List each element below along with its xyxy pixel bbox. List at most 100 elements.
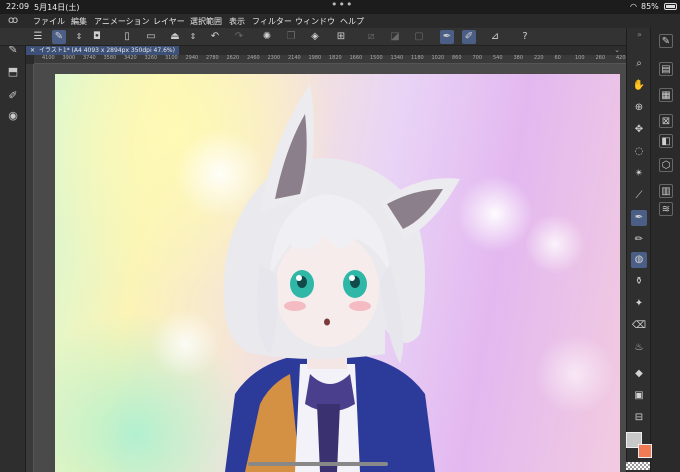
document-tabbar: ✕ イラスト1* (A4 4093 x 2894px 350dpi 47.6%)…	[26, 46, 626, 55]
artwork-canvas[interactable]	[55, 74, 620, 472]
chevron-updown-icon[interactable]: ⇕	[72, 30, 86, 44]
new-file-icon[interactable]: ▯	[120, 30, 134, 44]
layer-property-icon[interactable]: ▦	[659, 88, 673, 102]
canvas-area[interactable]	[34, 64, 626, 472]
material-icon[interactable]: ⊠	[659, 114, 673, 128]
ruler-tick-label: 3260	[144, 55, 158, 61]
zoom-icon[interactable]: ⌕	[631, 56, 647, 72]
ruler-tick-label: 1340	[390, 55, 404, 61]
home-indicator[interactable]	[248, 462, 388, 466]
status-time: 22:09	[6, 2, 30, 11]
transparent-color-swatch[interactable]	[626, 462, 650, 470]
brush-panel-icon[interactable]: ✎	[659, 34, 673, 48]
navigator-icon[interactable]: ▤	[659, 62, 673, 76]
save-icon[interactable]: ⏏	[168, 30, 182, 44]
chevron-down-icon[interactable]: ⌄	[614, 46, 620, 54]
menu-filter[interactable]: フィルター	[252, 16, 292, 27]
fill-bucket-icon[interactable]: ◆	[631, 366, 647, 382]
menu-hamburger-icon[interactable]: ☰	[31, 30, 45, 44]
loading-icon[interactable]: ✺	[260, 30, 274, 44]
ruler-tick-label: 3740	[83, 55, 96, 61]
copy-icon[interactable]: ❐	[284, 30, 298, 44]
ruler-tick-label: 3100	[165, 55, 178, 61]
ruler-tick-label: 1180	[411, 55, 424, 61]
menu-edit[interactable]: 編集	[71, 16, 87, 27]
ruler-tick-label: 420	[616, 55, 626, 61]
ruler-tick-label: 1820	[329, 55, 342, 61]
magic-wand-icon[interactable]: ✴	[631, 166, 647, 182]
document-tab-title: イラスト1* (A4 4093 x 2894px 350dpi 47.6%)	[38, 47, 175, 54]
battery-percent: 85%	[641, 2, 659, 11]
document-tab[interactable]: ✕ イラスト1* (A4 4093 x 2894px 350dpi 47.6%)	[26, 46, 179, 55]
help-icon[interactable]: ?	[518, 30, 532, 44]
eraser-icon[interactable]: ⌫	[631, 318, 647, 334]
history-icon[interactable]: ▥	[659, 184, 673, 198]
redo-icon[interactable]: ↷	[232, 30, 246, 44]
pen-tool-icon[interactable]: ✒	[440, 30, 454, 44]
crop-icon[interactable]: ▢	[412, 30, 426, 44]
brush-size-icon[interactable]: ◉	[5, 108, 21, 124]
ruler-tick-label: 3420	[124, 55, 137, 61]
ruler-tick-label: 100	[575, 55, 585, 61]
hand-icon[interactable]: ✋	[631, 78, 647, 94]
ruler-tick-label: 260	[595, 55, 606, 61]
tool-property-icon[interactable]: ✐	[5, 88, 21, 104]
ruler-tool-icon[interactable]: ⊿	[488, 30, 502, 44]
move-icon[interactable]: ✥	[631, 122, 647, 138]
decoration-icon[interactable]: ✦	[631, 296, 647, 312]
camera-icon[interactable]: ◘	[90, 30, 104, 44]
brush-icon[interactable]: ◍	[631, 252, 647, 268]
airbrush-icon[interactable]: ⚱	[631, 274, 647, 290]
menu-help[interactable]: ヘルプ	[340, 16, 364, 27]
blend-icon[interactable]: ♨	[631, 340, 647, 356]
ruler-tick-label: 220	[534, 55, 544, 61]
save-options-icon[interactable]: ⇕	[186, 30, 200, 44]
brush-tool-icon[interactable]: ✐	[462, 30, 476, 44]
ruler-tick-label: 3900	[62, 55, 76, 61]
pen-icon[interactable]: ✒	[631, 210, 647, 226]
collapse-right-icon[interactable]: »	[637, 30, 642, 39]
eyedropper-icon[interactable]: ⟋	[631, 188, 647, 204]
open-folder-icon[interactable]: ▭	[144, 30, 158, 44]
ruler-tick-label: 1500	[370, 55, 383, 61]
ruler-tick-label: 3580	[103, 55, 117, 61]
ruler-tick-label: 1660	[349, 55, 363, 61]
ruler-tick-label: 4100	[42, 55, 55, 61]
menu-window[interactable]: ウィンドウ	[295, 16, 335, 27]
menu-selection[interactable]: 選択範囲	[190, 16, 222, 27]
ruler-tick-label: 2460	[247, 55, 260, 61]
undo-icon[interactable]: ↶	[208, 30, 222, 44]
operation-icon[interactable]: ⊕	[631, 100, 647, 116]
ruler-tick-label: 2300	[267, 55, 281, 61]
lasso-icon[interactable]: ◌	[631, 144, 647, 160]
ruler-tick-label: 2940	[185, 55, 199, 61]
layer-icon[interactable]: ⬡	[659, 158, 673, 172]
ruler-tick-label: 540	[493, 55, 503, 61]
layers-stack-icon[interactable]: ≋	[659, 202, 673, 216]
pen-settings-icon[interactable]: ✎	[52, 30, 66, 44]
menu-layer[interactable]: レイヤー	[153, 16, 185, 27]
sub-color-swatch[interactable]	[638, 444, 652, 458]
invert-selection-icon[interactable]: ◪	[388, 30, 402, 44]
menu-animation[interactable]: アニメーション	[94, 16, 150, 27]
transform-icon[interactable]: ⊞	[334, 30, 348, 44]
gradient-icon[interactable]: ▣	[631, 388, 647, 404]
ruler-tick-label: 2140	[288, 55, 301, 61]
pencil-icon[interactable]: ✏	[631, 232, 647, 248]
horizontal-ruler: 4100 3900 3740 3580 3420 3260 3100 2940 2780 2620…	[34, 55, 626, 64]
fill-icon[interactable]: ◈	[308, 30, 322, 44]
left-panel: « ✎ ⬒ ✐ ◉	[0, 28, 26, 472]
sub-tool-shape-icon[interactable]: ⬒	[5, 64, 21, 80]
ruler-tick-label: 860	[452, 55, 462, 61]
status-bar: 22:09 5月14日(土) ••• ◠ 85%	[0, 0, 680, 14]
close-tab-icon[interactable]: ✕	[30, 47, 35, 54]
color-set-icon[interactable]: ◧	[659, 134, 673, 148]
menu-file[interactable]: ファイル	[33, 16, 65, 27]
menu-view[interactable]: 表示	[229, 16, 245, 27]
frame-icon[interactable]: ⊟	[631, 410, 647, 426]
clear-selection-icon[interactable]: ⧄	[364, 30, 378, 44]
ruler-tick-label: 1020	[431, 55, 445, 61]
multitasking-dots[interactable]: •••	[331, 0, 353, 11]
app-logo-icon[interactable]: ꝏ	[8, 15, 20, 27]
menu-bar: ꝏ ファイル 編集 アニメーション レイヤー 選択範囲 表示 フィルター ウィン…	[0, 14, 680, 28]
